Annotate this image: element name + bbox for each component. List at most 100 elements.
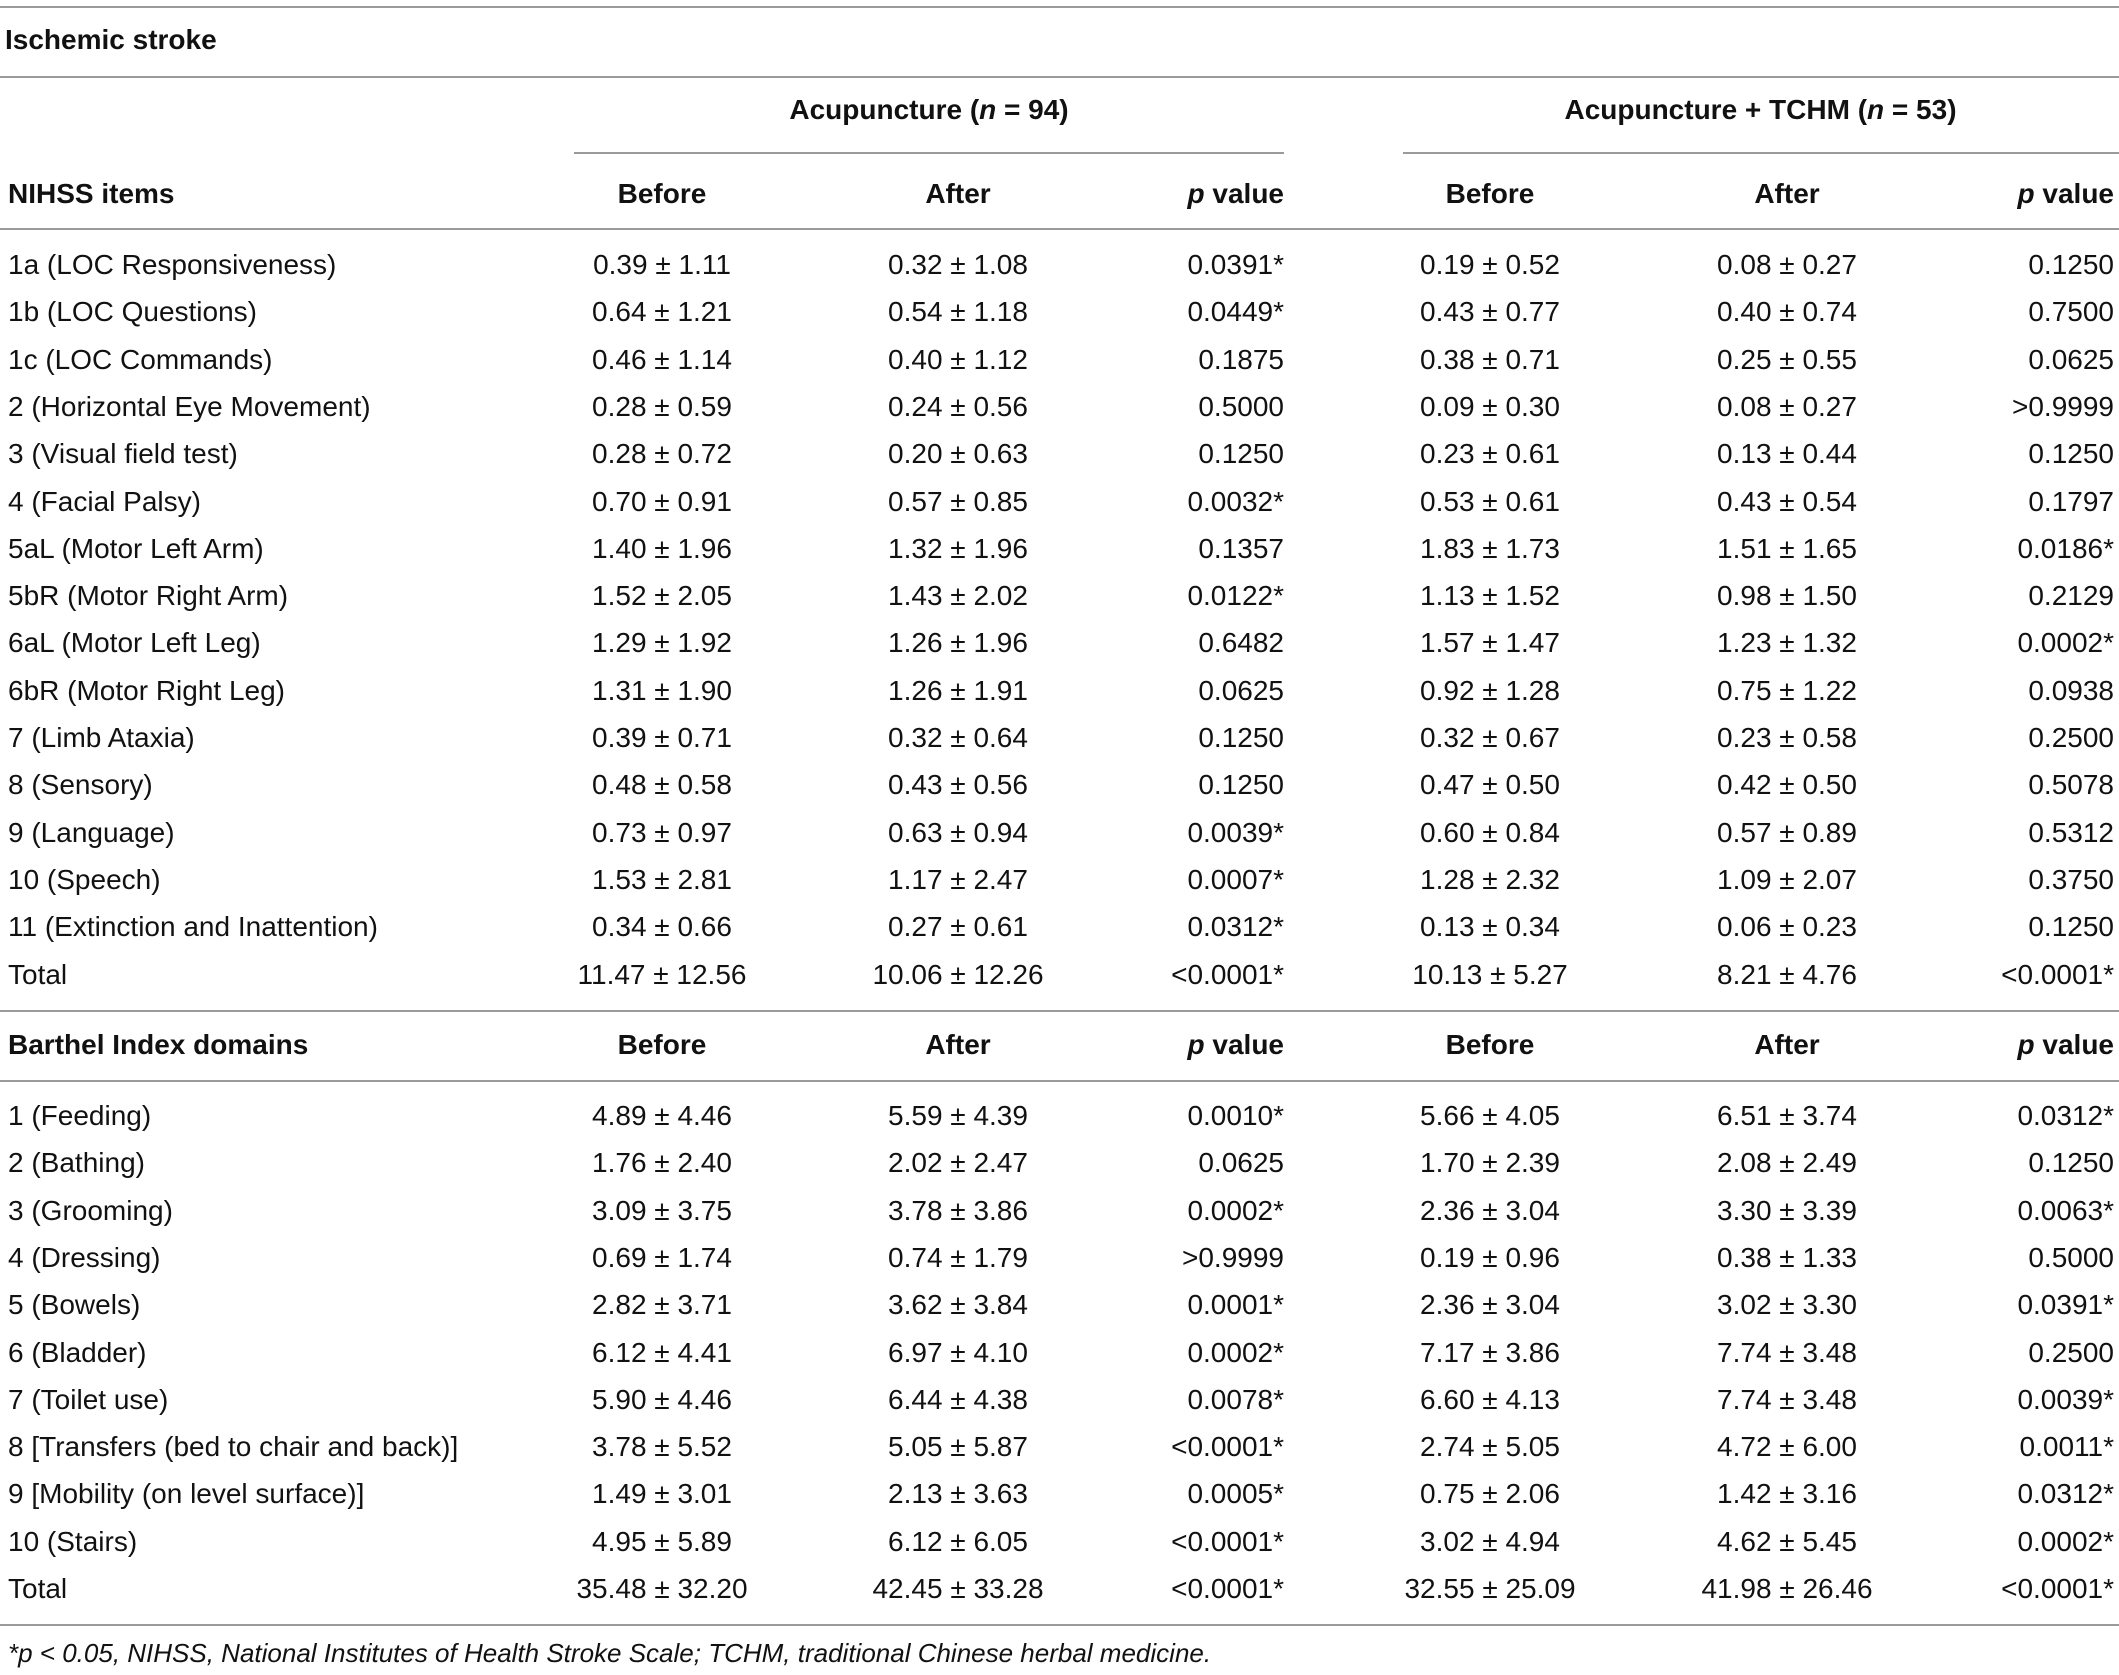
- cell-c-p: <0.0001*: [2001, 1573, 2114, 1604]
- row-label: 11 (Extinction and Inattention): [8, 911, 378, 943]
- cell-a-p: 0.0032*: [1187, 485, 1284, 517]
- cell-c-p: 0.2500: [2028, 1336, 2114, 1368]
- cell-a-p: 0.0002*: [1187, 1194, 1284, 1226]
- cell-c-p: 0.2500: [2028, 722, 2114, 753]
- cell-c-p: 0.0039*: [2017, 1383, 2114, 1415]
- cell-c-p: 0.5000: [2028, 1241, 2114, 1273]
- cell-a-p: >0.9999: [1182, 1241, 1284, 1273]
- cell-c-p: 0.1250: [2028, 911, 2114, 943]
- cell-a-p: 0.0002*: [1187, 1336, 1284, 1368]
- cell-a-p: 0.0625: [1198, 674, 1284, 706]
- cell-c-p: 0.0002*: [2017, 1525, 2114, 1557]
- group-rule-acupuncture: [574, 152, 1284, 154]
- barthel-col-p-a: p value: [984, 1027, 1285, 1063]
- table-footnote: *p < 0.05, NIHSS, National Institutes of…: [8, 1638, 1212, 1668]
- barthel-header-rule: [0, 1080, 2119, 1082]
- cell-c-p: 0.5312: [2028, 816, 2114, 848]
- row-label: Total: [8, 958, 68, 990]
- p-italic: p: [1187, 1029, 1205, 1060]
- row-label: 4 (Facial Palsy): [8, 485, 201, 517]
- title-rule: [0, 76, 2119, 78]
- cell-c-p: 0.7500: [2028, 296, 2114, 328]
- row-label: 5bR (Motor Right Arm): [8, 580, 289, 612]
- cell-c-p: 0.0391*: [2017, 1289, 2114, 1321]
- top-rule: [0, 6, 2119, 8]
- cell-c-p: 0.1250: [2028, 249, 2114, 280]
- cell-a-p: 0.0312*: [1187, 911, 1284, 943]
- row-label: 1a (LOC Responsiveness): [8, 249, 337, 280]
- cell-c-p: 0.0011*: [2019, 1431, 2114, 1463]
- cell-a-p: 0.0391*: [1187, 249, 1284, 280]
- group-header-combo: Acupuncture + TCHM (n = 53): [1564, 94, 1957, 125]
- cell-c-p: 0.0002*: [2017, 627, 2114, 659]
- cell-c-p: <0.0001*: [2001, 958, 2114, 990]
- cell-a-p: <0.0001*: [1171, 1573, 1284, 1604]
- cell-c-p: 0.0063*: [2017, 1194, 2114, 1226]
- cell-a-p: <0.0001*: [1171, 1525, 1284, 1557]
- cell-a-p: 0.6482: [1198, 627, 1284, 659]
- row-label: 2 (Bathing): [8, 1147, 145, 1179]
- p-value-text: value: [1204, 1029, 1284, 1060]
- nihss-col-p-a: p value: [984, 176, 1285, 212]
- row-label: 5aL (Motor Left Arm): [8, 532, 264, 564]
- row-label: 3 (Grooming): [8, 1194, 173, 1226]
- row-label: 1b (LOC Questions): [8, 296, 257, 328]
- cell-a-p: 0.0078*: [1187, 1383, 1284, 1415]
- row-label: 7 (Limb Ataxia): [8, 722, 195, 753]
- barthel-section-label: Barthel Index domains: [8, 1029, 309, 1060]
- p-italic: p: [1187, 178, 1205, 209]
- row-label: 9 [Mobility (on level surface)]: [8, 1478, 365, 1510]
- row-label: 3 (Visual field test): [8, 438, 238, 470]
- cell-c-p: 0.3750: [2028, 863, 2114, 895]
- row-label: 2 (Horizontal Eye Movement): [8, 390, 371, 422]
- cell-a-p: 0.0449*: [1187, 296, 1284, 328]
- group-rule-combo: [1403, 152, 2119, 154]
- cell-a-p: 0.1250: [1198, 438, 1284, 470]
- cell-a-p: 0.0001*: [1187, 1289, 1284, 1321]
- p-italic: p: [2017, 178, 2035, 209]
- cell-c-p: 0.5078: [2028, 769, 2114, 801]
- barthel-col-p-c: p value: [1814, 1027, 2115, 1063]
- cell-c-p: 0.1797: [2028, 485, 2114, 517]
- row-label: 6aL (Motor Left Leg): [8, 627, 261, 659]
- row-label: 1 (Feeding): [8, 1100, 152, 1131]
- row-label: 1c (LOC Commands): [8, 343, 273, 375]
- row-label: 8 (Sensory): [8, 769, 153, 801]
- row-label: 10 (Speech): [8, 863, 161, 895]
- cell-a-p: <0.0001*: [1171, 958, 1284, 990]
- cell-c-p: 0.0312*: [2017, 1100, 2114, 1131]
- nihss-col-p-c: p value: [1814, 176, 2115, 212]
- bottom-rule: [0, 1624, 2119, 1626]
- nihss-section-label: NIHSS items: [8, 178, 175, 209]
- nihss-end-rule: [0, 1010, 2119, 1012]
- row-label: 8 [Transfers (bed to chair and back)]: [8, 1431, 459, 1463]
- cell-a-p: 0.0007*: [1187, 863, 1284, 895]
- table-title: Ischemic stroke: [5, 24, 217, 55]
- row-label: 10 (Stairs): [8, 1525, 138, 1557]
- row-label: 6bR (Motor Right Leg): [8, 674, 286, 706]
- row-label: 5 (Bowels): [8, 1289, 141, 1321]
- row-label: 4 (Dressing): [8, 1241, 161, 1273]
- cell-a-p: 0.0039*: [1187, 816, 1284, 848]
- cell-a-p: 0.0005*: [1187, 1478, 1284, 1510]
- table-page: Ischemic stroke Acupuncture (n = 94) Acu…: [0, 0, 2119, 1675]
- cell-c-p: 0.2129: [2028, 580, 2114, 612]
- cell-a-p: 0.0122*: [1187, 580, 1284, 612]
- cell-a-p: 0.1250: [1198, 722, 1284, 753]
- cell-a-p: <0.0001*: [1171, 1431, 1284, 1463]
- cell-a-p: 0.1357: [1198, 532, 1284, 564]
- p-value-text: value: [2034, 178, 2114, 209]
- group-header-acupuncture: Acupuncture (n = 94): [789, 94, 1069, 125]
- cell-c-p: 0.0625: [2028, 343, 2114, 375]
- cell-c-p: 0.0312*: [2017, 1478, 2114, 1510]
- row-label: Total: [8, 1573, 68, 1604]
- cell-a-p: 0.1250: [1198, 769, 1284, 801]
- cell-c-p: 0.1250: [2028, 438, 2114, 470]
- cell-c-p: 0.1250: [2028, 1147, 2114, 1179]
- p-italic: p: [2017, 1029, 2035, 1060]
- p-value-text: value: [1204, 178, 1284, 209]
- cell-a-p: 0.1875: [1198, 343, 1284, 375]
- cell-a-p: 0.0625: [1198, 1147, 1284, 1179]
- cell-c-p: >0.9999: [2012, 390, 2114, 422]
- nihss-header-rule: [0, 228, 2119, 230]
